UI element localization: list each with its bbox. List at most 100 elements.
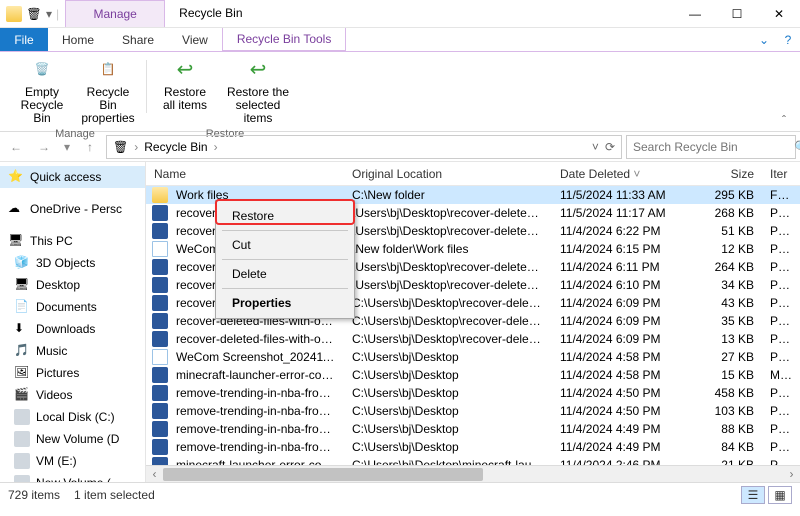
nav-local-disk-c[interactable]: Local Disk (C:) (0, 406, 145, 428)
word-icon (152, 457, 168, 465)
address-bar-row: ← → ▾ ↑ 🗑 › Recycle Bin › ˅ ⟳ 🔍 (0, 132, 800, 162)
address-bar[interactable]: 🗑 › Recycle Bin › ˅ ⟳ (106, 135, 622, 159)
col-name[interactable]: Name (146, 167, 344, 181)
table-row[interactable]: remove-trending-in-nba-from-the...C:\Use… (146, 420, 800, 438)
chevron-right-icon[interactable]: › (214, 140, 218, 154)
documents-icon: 📄 (14, 299, 30, 315)
cell-location: C:\Users\bj\Desktop\recover-deleted-... (344, 332, 552, 346)
help-icon[interactable]: ? (776, 28, 800, 51)
empty-recycle-bin-button[interactable]: 🗑️ Empty Recycle Bin (14, 56, 70, 126)
cell-location: \Users\bj\Desktop\recover-deleted-file..… (344, 260, 552, 274)
cell-type: PN (762, 458, 792, 465)
restore-selected-button[interactable]: ↩ Restore the selected items (223, 56, 293, 126)
nav-new-volume[interactable]: New Volume (… (0, 472, 145, 482)
cell-size: 27 KB (702, 350, 762, 364)
horizontal-scrollbar[interactable]: ‹ › (146, 465, 800, 482)
cell-location: C:\Users\bj\Desktop\recover-deleted-... (344, 314, 552, 328)
restore-all-button[interactable]: ↩ Restore all items (157, 56, 213, 126)
cell-name: remove-trending-in-nba-from-the... (168, 404, 344, 418)
table-row[interactable]: remove-trending-in-nba-from-the...C:\Use… (146, 438, 800, 456)
recycle-bin-properties-button[interactable]: 📋 Recycle Bin properties (80, 56, 136, 126)
nav-pane[interactable]: ⭐Quick access ☁OneDrive - Persc 🖥This PC… (0, 162, 146, 482)
tab-home[interactable]: Home (48, 28, 108, 51)
col-date-deleted[interactable]: Date Deleted ˅ (552, 167, 702, 181)
nav-this-pc[interactable]: 🖥This PC (0, 230, 145, 252)
scroll-left-icon[interactable]: ‹ (146, 467, 163, 481)
table-row[interactable]: remove-trending-in-nba-from-the...C:\Use… (146, 402, 800, 420)
recycle-bin-icon: 🗑 (113, 140, 128, 154)
minimize-button[interactable]: — (674, 7, 716, 21)
cell-size: 13 KB (702, 332, 762, 346)
cell-size: 21 KB (702, 458, 762, 465)
ribbon-expand-icon[interactable]: ⌄ (752, 28, 776, 51)
videos-icon: 🎬 (14, 387, 30, 403)
dropdown-icon[interactable]: ˅ (592, 140, 599, 154)
nav-3d-objects[interactable]: 🧊3D Objects (0, 252, 145, 274)
cell-date: 11/4/2024 6:11 PM (552, 260, 702, 274)
breadcrumb[interactable]: Recycle Bin (144, 140, 207, 154)
cell-size: 15 KB (702, 368, 762, 382)
nav-new-volume-d[interactable]: New Volume (D (0, 428, 145, 450)
table-row[interactable]: remove-trending-in-nba-from-the...C:\Use… (146, 384, 800, 402)
disk-icon (14, 431, 30, 447)
scroll-right-icon[interactable]: › (783, 467, 800, 481)
nav-music[interactable]: 🎵Music (0, 340, 145, 362)
details-view-button[interactable]: ☰ (741, 486, 765, 504)
chevron-right-icon[interactable]: › (134, 140, 138, 154)
table-row[interactable]: WeCom Screenshot_202411041437...C:\Users… (146, 348, 800, 366)
table-row[interactable]: recover-deleted-files-with-original...C:… (146, 330, 800, 348)
cell-date: 11/5/2024 11:17 AM (552, 206, 702, 220)
forward-button[interactable]: → (32, 135, 56, 159)
ctx-restore[interactable]: Restore (218, 204, 352, 228)
tab-share[interactable]: Share (108, 28, 168, 51)
nav-downloads[interactable]: ⬇Downloads (0, 318, 145, 340)
ctx-cut[interactable]: Cut (218, 233, 352, 257)
search-box[interactable]: 🔍 (626, 135, 796, 159)
tab-view[interactable]: View (168, 28, 222, 51)
col-original-location[interactable]: Original Location (344, 167, 552, 181)
ribbon-collapse-icon[interactable]: ˆ (774, 109, 794, 131)
table-row[interactable]: minecraft-launcher-error-code-0x...C:\Us… (146, 366, 800, 384)
nav-pictures[interactable]: 🖼Pictures (0, 362, 145, 384)
contextual-tab-manage[interactable]: Manage (65, 0, 165, 27)
nav-label: VM (E:) (36, 454, 77, 468)
back-button[interactable]: ← (4, 135, 28, 159)
tab-file[interactable]: File (0, 28, 48, 51)
nav-vm-e[interactable]: VM (E:) (0, 450, 145, 472)
thumbnails-icon: ▦ (774, 488, 785, 502)
nav-onedrive[interactable]: ☁OneDrive - Persc (0, 198, 145, 220)
search-icon[interactable]: 🔍 (794, 140, 800, 154)
maximize-button[interactable]: ☐ (716, 7, 758, 21)
col-size[interactable]: Size (702, 167, 762, 181)
button-label: Recycle Bin properties (80, 86, 136, 126)
tab-recycle-bin-tools[interactable]: Recycle Bin Tools (222, 28, 347, 51)
downloads-icon: ⬇ (14, 321, 30, 337)
qat-recycle-icon[interactable]: 🗑 (26, 6, 42, 22)
column-headers[interactable]: Name Original Location Date Deleted ˅ Si… (146, 162, 800, 186)
sort-desc-icon: ˅ (633, 167, 640, 181)
cell-size: 43 KB (702, 296, 762, 310)
close-button[interactable]: ✕ (758, 7, 800, 21)
ctx-properties[interactable]: Properties (218, 291, 352, 315)
large-icons-view-button[interactable]: ▦ (768, 486, 792, 504)
refresh-icon[interactable]: ⟳ (605, 140, 615, 154)
scroll-thumb[interactable] (163, 468, 483, 481)
cell-date: 11/4/2024 2:46 PM (552, 458, 702, 465)
ctx-delete[interactable]: Delete (218, 262, 352, 286)
nav-quick-access[interactable]: ⭐Quick access (0, 166, 145, 188)
cell-location: C:\Users\bj\Desktop (344, 422, 552, 436)
nav-desktop[interactable]: 🖥Desktop (0, 274, 145, 296)
qat-dropdown-icon[interactable]: ▾ (46, 7, 52, 21)
folder-icon (152, 187, 168, 203)
cell-location: C:\Users\bj\Desktop (344, 404, 552, 418)
table-row[interactable]: minecraft-launcher-error-code-0x...C:\Us… (146, 456, 800, 465)
nav-videos[interactable]: 🎬Videos (0, 384, 145, 406)
col-item-type[interactable]: Iter (762, 167, 792, 181)
up-button[interactable]: ↑ (78, 135, 102, 159)
scroll-track[interactable] (163, 466, 783, 482)
recent-dropdown-icon[interactable]: ▾ (60, 135, 74, 159)
search-input[interactable] (633, 140, 788, 154)
cell-location: C:\Users\bj\Desktop\minecraft-launche... (344, 458, 552, 465)
nav-documents[interactable]: 📄Documents (0, 296, 145, 318)
cell-size: 51 KB (702, 224, 762, 238)
